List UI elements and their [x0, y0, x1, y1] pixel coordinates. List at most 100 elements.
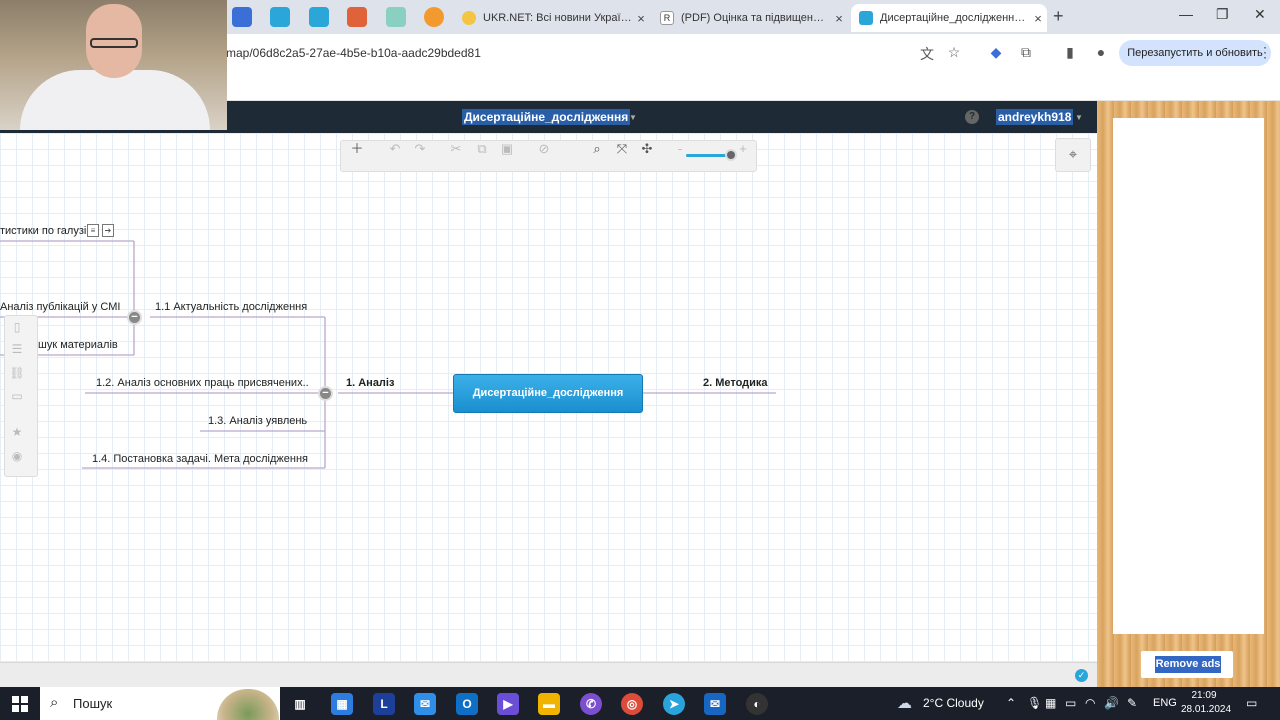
focus-icon[interactable]: ✣	[638, 140, 656, 158]
mindmap-canvas[interactable]: ＋ ↶ ↷ ✂ ⧉ ▣ ⊘ ⌕ ⤧ ✣ - + ⌖ ▯ ☰ ⛓ ▭ ★ ◉ Ди…	[0, 133, 1097, 662]
researchgate-favicon-icon: R	[660, 11, 674, 25]
pinned-tab-3[interactable]	[309, 7, 329, 27]
leaf-materials[interactable]: шук материалів	[38, 339, 118, 351]
menu-kebab-icon[interactable]: ⋮	[1256, 44, 1274, 62]
remove-ads-button[interactable]: Remove ads	[1141, 651, 1233, 678]
subtopic-works[interactable]: 1.2. Аналіз основних праць присвячених..	[96, 377, 309, 389]
chrome-icon[interactable]: ◎	[621, 693, 643, 715]
branch-analysis[interactable]: 1. Аналіз	[346, 377, 394, 389]
mail-icon[interactable]: ✉	[414, 693, 436, 715]
url-field[interactable]: map/06d8c2a5-27ae-4b5e-b10a-aadc29bded81	[226, 46, 481, 60]
palette-icon[interactable]: ◉	[9, 449, 25, 465]
chevron-down-icon[interactable]: ▼	[629, 113, 637, 122]
profile-avatar-icon[interactable]: ●	[1092, 44, 1110, 62]
subtopic-relevance[interactable]: 1.1 Актуальність дослідження	[155, 301, 307, 313]
close-tab-icon[interactable]: ×	[1029, 11, 1047, 26]
windows-taskbar: ⌕ Пошук ▥ ▦ L ✉ O ▶ ▬ ✆ ◎ ➤ ✉ ◐ ☁ 2°C Cl…	[0, 687, 1280, 720]
weather-cloud-icon[interactable]: ☁	[897, 694, 912, 712]
webcam-glasses	[90, 38, 138, 48]
undo-icon[interactable]: ↶	[386, 140, 404, 158]
remove-ads-label: Remove ads	[1155, 656, 1221, 673]
copy-icon[interactable]: ⧉	[473, 140, 491, 158]
pen-icon[interactable]: ✎	[1127, 696, 1137, 710]
pinned-tab-6[interactable]	[424, 7, 444, 27]
close-window-icon[interactable]: ✕	[1254, 6, 1266, 23]
mail-app-icon[interactable]: ✉	[704, 693, 726, 715]
pinned-tab-1[interactable]	[232, 7, 252, 27]
star-icon[interactable]: ★	[9, 425, 25, 441]
collapse-toggle-analysis[interactable]: −	[318, 386, 333, 401]
branch-method[interactable]: 2. Методика	[703, 377, 768, 389]
image-icon[interactable]: ▭	[9, 389, 25, 405]
volume-icon[interactable]: 🔊	[1104, 696, 1119, 710]
tab-mindmap[interactable]: Дисертаційне_дослідження - Mi ×	[851, 4, 1047, 32]
minimize-icon[interactable]: —	[1179, 6, 1193, 22]
extensions-puzzle-icon[interactable]: ⧉	[1017, 44, 1035, 62]
tray-chevron-up-icon[interactable]: ⌃	[1006, 696, 1016, 710]
map-title[interactable]: Дисертаційне_дослідження	[462, 109, 631, 125]
webcam-person-body	[20, 70, 210, 130]
translate-icon[interactable]: 文	[918, 44, 936, 62]
viber-icon[interactable]: ✆	[580, 693, 602, 715]
wifi-icon[interactable]: ◠	[1085, 696, 1095, 710]
system-clock[interactable]: 21:09 28.01.2024	[1181, 689, 1231, 717]
extension-diamond-icon[interactable]: ◆	[987, 44, 1005, 62]
zoom-in-icon[interactable]: +	[734, 140, 752, 158]
search-highlight-image	[217, 689, 279, 720]
microphone-icon[interactable]: 🎙	[1027, 696, 1042, 710]
taskbar-search[interactable]: ⌕ Пошук	[40, 687, 280, 720]
task-view-icon[interactable]: ▥	[289, 693, 311, 715]
tab-pdf[interactable]: R (PDF) Оцінка та підвищення на ×	[652, 4, 848, 32]
note-icon[interactable]: ▯	[9, 320, 25, 336]
file-explorer-icon[interactable]: ▬	[538, 693, 560, 715]
search-icon[interactable]: ⌕	[588, 140, 606, 158]
tab-ukrnet[interactable]: UKR.NET: Всі новини України, ост ×	[454, 4, 650, 32]
leaf-stats[interactable]: тистики по галузі	[0, 225, 86, 237]
note-attached-icon[interactable]: ≡	[87, 224, 99, 237]
help-icon[interactable]: ?	[965, 110, 979, 124]
sync-check-icon: ✓	[1075, 669, 1088, 682]
collapse-toggle-relevance[interactable]: −	[127, 310, 142, 325]
bookmark-star-icon[interactable]: ☆	[945, 44, 963, 62]
obs-icon[interactable]: ◐	[746, 693, 768, 715]
battery-icon[interactable]: ▭	[1065, 696, 1076, 710]
relaunch-update-button[interactable]: Перезапустить и обновить	[1119, 40, 1271, 66]
tab-title: Дисертаційне_дослідження - Mi	[880, 12, 1029, 24]
subtopic-concepts[interactable]: 1.3. Аналіз уявлень	[208, 415, 307, 427]
new-tab-button[interactable]: +	[1053, 6, 1064, 27]
user-menu[interactable]: andreykh918	[996, 109, 1074, 125]
add-node-icon[interactable]: ＋	[348, 140, 366, 158]
pinned-tab-2[interactable]	[270, 7, 290, 27]
delete-icon[interactable]: ⊘	[535, 140, 553, 158]
cut-icon[interactable]: ✂	[447, 140, 465, 158]
link-icon[interactable]: ⛓	[9, 366, 25, 382]
lingvo-icon[interactable]: L	[373, 693, 395, 715]
task-list-icon[interactable]: ☰	[9, 342, 25, 358]
side-panel-icon[interactable]: ▮	[1061, 44, 1079, 62]
maximize-icon[interactable]: ❐	[1216, 6, 1229, 23]
pinned-tab-4[interactable]	[347, 7, 367, 27]
close-tab-icon[interactable]: ×	[632, 11, 650, 26]
pinned-tab-5[interactable]	[386, 7, 406, 27]
notifications-icon[interactable]: ▭	[1246, 696, 1257, 710]
fit-to-screen-icon[interactable]: ⤧	[613, 140, 631, 158]
store-icon[interactable]: ▦	[331, 693, 353, 715]
paste-icon[interactable]: ▣	[498, 140, 516, 158]
central-topic-node[interactable]: Дисертаційне_дослідження	[453, 374, 643, 413]
search-icon: ⌕	[50, 694, 59, 711]
center-map-icon[interactable]: ⌖	[1055, 138, 1091, 172]
tray-app-icon[interactable]: ▦	[1045, 696, 1056, 710]
webcam-overlay	[0, 0, 227, 130]
leaf-media[interactable]: Аналіз публікацій у СМІ	[0, 301, 120, 313]
media-player-icon[interactable]: ▶	[497, 693, 519, 715]
link-attached-icon[interactable]: ➔	[102, 224, 114, 237]
language-indicator[interactable]: ENG	[1153, 697, 1177, 709]
windows-start-icon[interactable]	[12, 696, 28, 712]
weather-label[interactable]: 2°C Cloudy	[923, 696, 984, 710]
redo-icon[interactable]: ↷	[411, 140, 429, 158]
outlook-icon[interactable]: O	[456, 693, 478, 715]
chevron-down-icon[interactable]: ▼	[1075, 113, 1083, 122]
subtopic-task[interactable]: 1.4. Постановка задачі. Мета дослідження	[92, 453, 308, 465]
close-tab-icon[interactable]: ×	[830, 11, 848, 26]
telegram-icon[interactable]: ➤	[663, 693, 685, 715]
